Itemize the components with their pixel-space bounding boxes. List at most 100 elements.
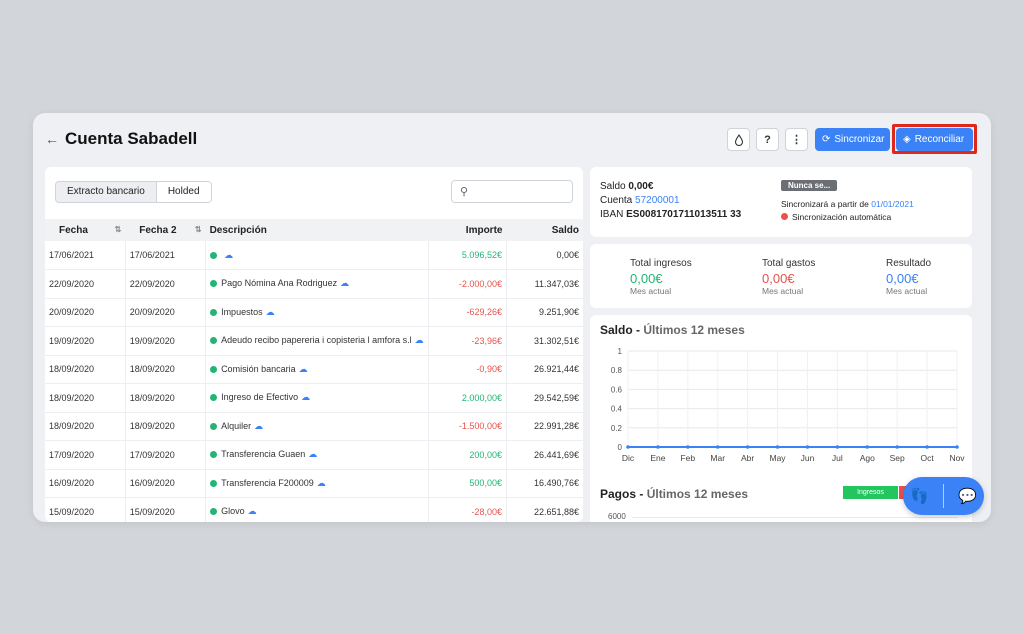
pagos-chart-title-sub: Últimos 12 meses [646,487,749,501]
cloud-icon: ☁ [247,506,257,517]
table-row[interactable]: 20/09/2020 20/09/2020 Impuestos ☁ -629,26€ 9.… [45,298,583,327]
cell-descripcion: Transferencia Guaen ☁ [205,440,429,470]
data-point [715,445,720,449]
cloud-icon: ☁ [298,363,308,374]
legend-ingresos[interactable]: Ingresos [843,486,898,499]
cell-importe: 200,00€ [427,440,507,470]
col-fecha2-label: Fecha 2 [139,224,177,236]
table-row[interactable]: 18/09/2020 18/09/2020 Comisión bancaria ☁ -0… [45,355,583,384]
x-tick-label: Abr [741,453,754,463]
table-row[interactable]: 16/09/2020 16/09/2020 Transferencia F20000… [45,469,583,498]
help-button[interactable]: ? [756,128,779,151]
saldo-chart-title: Saldo - Últimos 12 meses [600,323,745,337]
sort-icon[interactable]: ⇅ [115,225,122,234]
saldo-row: Saldo 0,00€ [600,181,653,192]
cloud-icon: ☁ [254,420,264,431]
status-dot [210,251,218,259]
cell-descripcion: Transferencia F200009 ☁ [205,469,429,498]
sync-button[interactable]: ⟳ Sincronizar [815,128,890,151]
cloud-icon: ☁ [414,335,424,346]
cell-descripcion: Adeudo recibo papereria i copisteria l a… [205,326,429,356]
col-fecha2[interactable]: Fecha 2 ⇅ [125,219,206,241]
cell-saldo: 22.651,88€ [505,497,583,522]
cell-saldo: 26.441,69€ [505,440,583,470]
cell-fecha2: 18/09/2020 [124,355,206,384]
tab-holded[interactable]: Holded [156,182,211,202]
cell-fecha: 17/09/2020 [45,440,126,470]
sync-date-link[interactable]: 01/01/2021 [871,199,914,209]
table-row[interactable]: 18/09/2020 18/09/2020 Ingreso de Efectivo ☁… [45,383,583,413]
cuenta-row: Cuenta 57200001 [600,195,680,206]
cuenta-link[interactable]: 57200001 [635,195,680,206]
pagos-gridline [632,517,958,518]
app-window: ← Cuenta Sabadell ? ⋮ ⟳ Sincronizar ◈ Re… [33,113,991,522]
iban-value: ES0081701711013511 33 [626,209,742,220]
cell-saldo: 26.921,44€ [505,355,583,384]
header: ← Cuenta Sabadell ? ⋮ ⟳ Sincronizar ◈ Re… [33,113,991,163]
stat-resultado-sub: Mes actual [886,286,928,296]
x-tick-label: Sep [890,453,905,463]
chat-icon[interactable]: 💬 [958,487,977,505]
data-point [955,445,959,449]
description-text: Impuestos [221,306,263,317]
cell-importe: 500,00€ [427,469,507,498]
y-tick-label: 0.8 [611,366,623,375]
cell-fecha2: 16/09/2020 [124,469,206,498]
drop-icon [734,133,743,146]
stats-card: Total ingresos 0,00€ Mes actual Total ga… [590,244,972,308]
cell-descripcion: Ingreso de Efectivo ☁ [205,383,429,413]
x-tick-label: Jun [801,453,815,463]
saldo-chart-title-main: Saldo - [600,323,641,337]
cell-fecha: 18/09/2020 [45,383,126,413]
status-dot [210,451,218,459]
cloud-icon: ☁ [224,249,234,260]
account-card: Saldo 0,00€ Cuenta 57200001 IBAN ES00817… [590,167,972,237]
stat-gastos-title: Total gastos [762,258,816,269]
drop-button[interactable] [727,128,750,151]
sort-icon[interactable]: ⇅ [195,225,202,234]
data-point [745,445,750,449]
cell-importe: -28,00€ [427,497,507,522]
cell-saldo: 0,00€ [505,241,583,270]
stat-ingresos-title: Total ingresos [630,258,692,269]
search-icon: ⚲ [460,186,469,198]
data-point [865,445,870,449]
search-input[interactable]: ⚲ [451,180,573,203]
tab-extracto-bancario[interactable]: Extracto bancario [56,182,157,202]
data-point [925,445,929,449]
iban-label: IBAN [600,209,624,220]
table-row[interactable]: 22/09/2020 22/09/2020 Pago Nómina Ana Rodr… [45,269,583,299]
y-tick-label: 0.4 [611,405,623,414]
cell-fecha2: 15/09/2020 [124,497,206,522]
cell-importe: -2.000,00€ [427,269,507,299]
saldo-chart-title-sub: Últimos 12 meses [643,323,745,337]
back-arrow-icon[interactable]: ← [45,131,59,147]
x-tick-label: Ene [650,453,665,463]
cell-fecha: 15/09/2020 [45,497,126,522]
description-text: Adeudo recibo papereria i copisteria l a… [221,335,412,346]
cell-fecha: 22/09/2020 [45,269,126,299]
footsteps-icon[interactable]: 👣 [910,487,929,505]
auto-sync-row: Sincronización automática [781,212,891,222]
col-saldo: Saldo [506,219,583,241]
saldo-label: Saldo [600,181,626,192]
status-dot [781,213,788,220]
cloud-icon: ☁ [316,477,326,488]
data-point [656,445,660,449]
cell-saldo: 9.251,90€ [505,298,583,327]
status-dot [210,280,218,288]
description-text: Alquiler [221,420,252,431]
stat-ingresos-value: 0,00€ [630,271,663,286]
cell-importe: -1.500,00€ [427,412,507,441]
table-row[interactable]: 18/09/2020 18/09/2020 Alquiler ☁ -1.500,00€ 2… [45,412,583,441]
table-row[interactable]: 15/09/2020 15/09/2020 Glovo ☁ -28,00€ 22.651,… [45,497,583,522]
col-fecha[interactable]: Fecha ⇅ [45,219,126,241]
cell-fecha: 17/06/2021 [45,241,126,270]
table-row[interactable]: 17/09/2020 17/09/2020 Transferencia Guaen ☁… [45,440,583,470]
table-row[interactable]: 17/06/2021 17/06/2021 ☁ 5.096,52€ 0,00€ [45,241,583,270]
more-button[interactable]: ⋮ [785,128,808,151]
more-vertical-icon: ⋮ [791,134,802,146]
table-row[interactable]: 19/09/2020 19/09/2020 Adeudo recibo papere… [45,326,583,356]
cloud-icon: ☁ [340,278,350,289]
cell-importe: -629,26€ [427,298,507,327]
